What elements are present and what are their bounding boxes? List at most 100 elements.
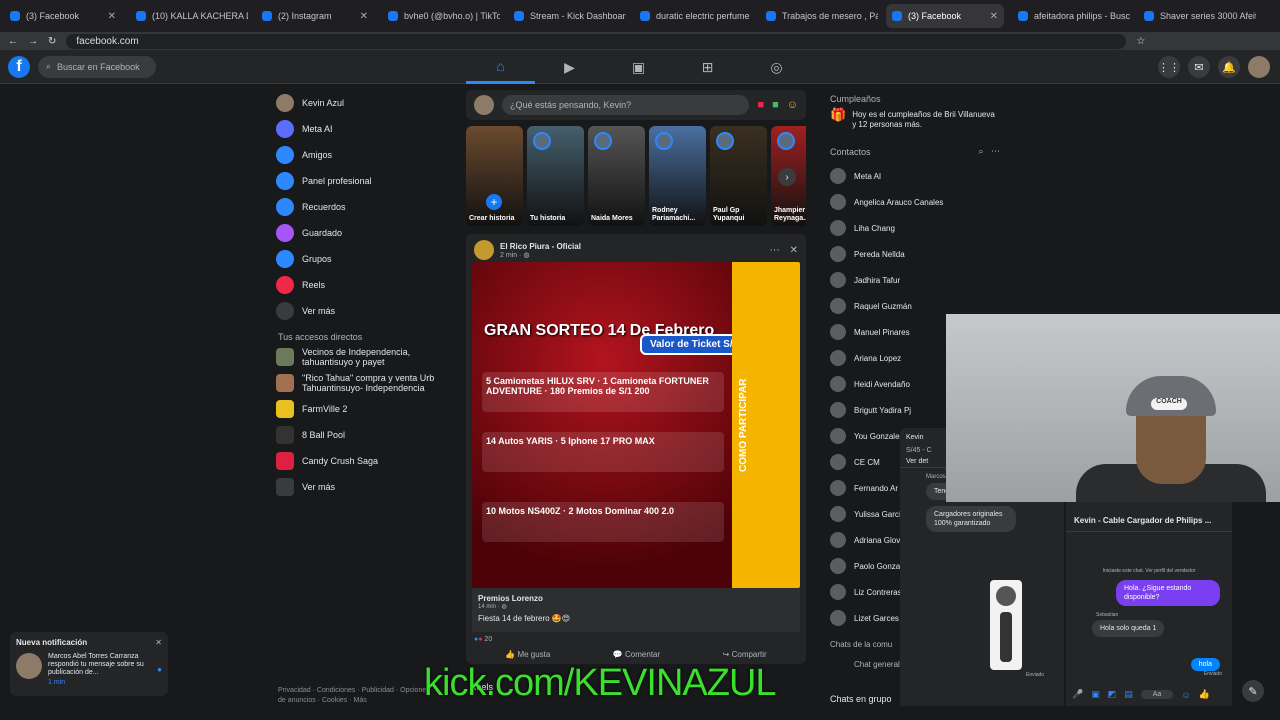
close-icon[interactable]: ✕ bbox=[108, 11, 116, 22]
gif-icon[interactable]: ▤ bbox=[1124, 689, 1133, 700]
notification-toast[interactable]: Nueva notificación ✕ Marcos Abel Torres … bbox=[10, 632, 168, 696]
post-image[interactable]: GRAN SORTEO 14 De Febrero Valor de Ticke… bbox=[472, 262, 800, 588]
browser-tab[interactable]: (3) Facebook ✕ bbox=[886, 4, 1004, 28]
reaction-count[interactable]: ●● 20 bbox=[474, 636, 492, 643]
browser-tab[interactable]: Shaver series 3000 Afeitadora✕ bbox=[1138, 4, 1256, 28]
stories-next-icon[interactable]: › bbox=[778, 168, 796, 186]
more-options-icon[interactable]: ⋯ bbox=[770, 245, 780, 256]
forward-icon[interactable]: → bbox=[28, 36, 38, 47]
sidebar-item[interactable]: Kevin Azul bbox=[276, 90, 456, 116]
shortcut-item[interactable]: Vecinos de Independencia, tahuantisuyo y… bbox=[276, 344, 456, 370]
chat-title[interactable]: Kevin - Cable Cargador de Philips ... bbox=[1066, 502, 1232, 532]
back-icon[interactable]: ← bbox=[8, 36, 18, 47]
new-message-icon[interactable]: ✎ bbox=[1242, 680, 1264, 702]
reload-icon[interactable]: ↻ bbox=[48, 36, 56, 47]
story-card[interactable]: Tu historia bbox=[527, 126, 584, 226]
sidebar-item[interactable]: Ver más bbox=[276, 298, 456, 324]
chat-message: Hola solo queda 1 bbox=[1092, 620, 1165, 637]
browser-tab[interactable]: duratic electric perfume - Bus✕ bbox=[634, 4, 752, 28]
menu-grid-icon[interactable]: ⋮⋮ bbox=[1158, 56, 1180, 78]
avatar bbox=[655, 132, 673, 150]
sidebar-item[interactable]: Recuerdos bbox=[276, 194, 456, 220]
compose-input[interactable]: ¿Qué estás pensando, Kevin? bbox=[502, 95, 750, 115]
post-author[interactable]: El Rico Piura - Oficial bbox=[500, 242, 581, 251]
story-card[interactable]: Naida Mores bbox=[588, 126, 645, 226]
story-card[interactable]: Paul Gp Yupanqui bbox=[710, 126, 767, 226]
shaver-image[interactable] bbox=[990, 580, 1022, 670]
search-input[interactable]: ⌕ Buscar en Facebook bbox=[38, 55, 156, 78]
groups-tab-icon[interactable]: ⊞ bbox=[673, 50, 742, 84]
share-button[interactable]: ↪ Compartir bbox=[723, 650, 767, 659]
avatar[interactable] bbox=[474, 240, 494, 260]
shared-post-info: Premios Lorenzo 14 min · ◍ Fiesta 14 de … bbox=[472, 588, 800, 632]
shortcut-item[interactable]: 8 Ball Pool bbox=[276, 422, 456, 448]
birthdays-title: Cumpleaños bbox=[830, 94, 881, 104]
close-icon[interactable]: ✕ bbox=[155, 638, 162, 647]
more-options-icon[interactable]: ⋯ bbox=[991, 146, 1000, 156]
video-tab-icon[interactable]: ▶ bbox=[535, 50, 604, 84]
promo-side-banner: COMO PARTICIPAR bbox=[732, 262, 800, 588]
contact-item[interactable]: Liha Chang bbox=[830, 215, 1000, 241]
star-icon[interactable]: ☆ bbox=[1136, 36, 1145, 47]
comment-button[interactable]: 💬 Comentar bbox=[613, 650, 660, 659]
browser-tab[interactable]: Trabajos de mesero , Página 2✕ bbox=[760, 4, 878, 28]
notifications-bell-icon[interactable]: 🔔 bbox=[1218, 56, 1240, 78]
url-field[interactable]: facebook.com bbox=[66, 33, 1127, 49]
messenger-icon[interactable]: ✉ bbox=[1188, 56, 1210, 78]
shortcut-item[interactable]: Ver más bbox=[276, 474, 456, 500]
shortcut-item[interactable]: FarmVille 2 bbox=[276, 396, 456, 422]
close-icon[interactable]: ✕ bbox=[990, 11, 998, 22]
sticker-icon[interactable]: ◩ bbox=[1108, 689, 1117, 700]
feeling-icon[interactable]: ☺ bbox=[787, 99, 798, 111]
browser-tab[interactable]: (10) KALLA KACHERA DJ WAC✕ bbox=[130, 4, 248, 28]
contact-item[interactable]: Jadhira Tafur bbox=[830, 267, 1000, 293]
sidebar-item[interactable]: Grupos bbox=[276, 246, 456, 272]
shortcut-item[interactable]: Candy Crush Saga bbox=[276, 448, 456, 474]
shared-author[interactable]: Premios Lorenzo bbox=[478, 594, 794, 603]
shortcut-item[interactable]: "Rico Tahua" compra y venta Urb Tahuanti… bbox=[276, 370, 456, 396]
story-card[interactable]: + Crear historia bbox=[466, 126, 523, 226]
add-story-icon[interactable]: + bbox=[486, 194, 502, 210]
contact-item[interactable]: Pereda Nellda bbox=[830, 241, 1000, 267]
footer-links[interactable]: Privacidad · Condiciones · Publicidad · … bbox=[278, 686, 438, 706]
image-icon[interactable]: ▣ bbox=[1091, 689, 1100, 700]
contact-item[interactable]: Angelica Arauco Canales bbox=[830, 189, 1000, 215]
chat-input[interactable]: Aa bbox=[1140, 690, 1174, 699]
gaming-tab-icon[interactable]: ◎ bbox=[742, 50, 811, 84]
mic-icon[interactable]: 🎤 bbox=[1072, 689, 1083, 700]
thumbs-up-icon[interactable]: 👍 bbox=[1199, 689, 1210, 700]
emoji-icon[interactable]: ☺ bbox=[1181, 690, 1190, 700]
community-chat-item[interactable]: Chat general bbox=[854, 660, 900, 669]
browser-tab[interactable]: (2) Instagram ✕ bbox=[256, 4, 374, 28]
contact-item[interactable]: Meta AI bbox=[830, 163, 1000, 189]
unread-dot-icon: ● bbox=[157, 665, 162, 674]
avatar[interactable] bbox=[1248, 56, 1270, 78]
search-icon[interactable]: ⌕ bbox=[978, 146, 983, 156]
avatar bbox=[830, 168, 846, 184]
birthday-notice[interactable]: 🎁 Hoy es el cumpleaños de Brii Villanuev… bbox=[830, 108, 1000, 130]
sidebar-item[interactable]: Meta AI bbox=[276, 116, 456, 142]
browser-tab[interactable]: afeitadora philips - Buscar co✕ bbox=[1012, 4, 1130, 28]
avatar bbox=[777, 132, 795, 150]
like-button[interactable]: 👍 Me gusta bbox=[505, 650, 550, 659]
story-card[interactable]: Rodney Pariamachi... bbox=[649, 126, 706, 226]
sidebar-item[interactable]: Panel profesional bbox=[276, 168, 456, 194]
header-actions: ⋮⋮ ✉ 🔔 bbox=[1158, 56, 1270, 78]
browser-tab[interactable]: Stream - Kick Dashboard✕ bbox=[508, 4, 626, 28]
search-icon: ⌕ bbox=[46, 61, 52, 71]
avatar bbox=[830, 220, 846, 236]
facebook-logo-icon[interactable]: f bbox=[8, 55, 30, 78]
browser-tab[interactable]: (3) Facebook ✕ bbox=[4, 4, 122, 28]
sidebar-item[interactable]: Reels bbox=[276, 272, 456, 298]
photo-icon[interactable]: ■ bbox=[772, 99, 779, 111]
browser-tab[interactable]: bvhe0 (@bvho.o) | TikTok✕ bbox=[382, 4, 500, 28]
notification-title: Nueva notificación bbox=[16, 638, 88, 647]
sidebar-item[interactable]: Guardado bbox=[276, 220, 456, 246]
home-tab-icon[interactable]: ⌂ bbox=[466, 50, 535, 84]
close-icon[interactable]: ✕ bbox=[790, 245, 798, 256]
promo-prize-row: 14 Autos YARIS · 5 Iphone 17 PRO MAX bbox=[482, 432, 724, 472]
close-icon[interactable]: ✕ bbox=[360, 11, 368, 22]
live-video-icon[interactable]: ■ bbox=[757, 99, 764, 111]
sidebar-item[interactable]: Amigos bbox=[276, 142, 456, 168]
marketplace-tab-icon[interactable]: ▣ bbox=[604, 50, 673, 84]
